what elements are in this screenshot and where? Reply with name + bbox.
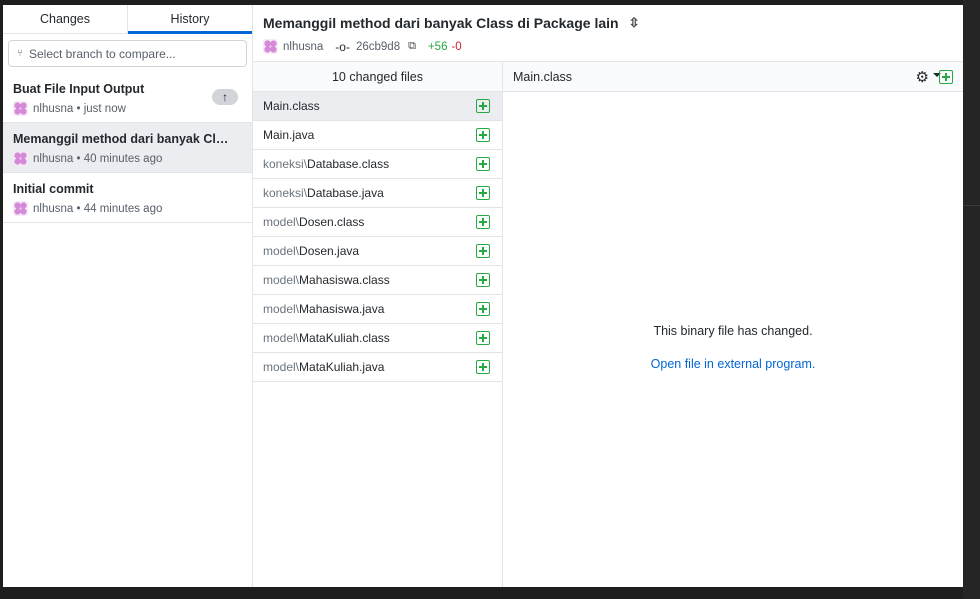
file-added-icon [476,215,490,229]
deletions-count: -0 [451,40,462,53]
commit-time: 44 minutes ago [83,202,163,215]
avatar [13,201,28,216]
additions-count: +56 [427,40,448,53]
commit-author: nlhusna [33,102,74,115]
branch-icon: ⑂ [17,48,23,59]
commit-time: just now [83,102,126,115]
commit-meta: nlhusna • 44 minutes ago [13,201,242,216]
file-name: Mahasiswa.java [299,302,385,316]
file-dir: model\ [263,302,300,316]
file-name: Main.class [263,99,320,113]
meta-separator: • [73,152,84,165]
commit-author: nlhusna [33,152,74,165]
file-dir: model\ [263,331,300,345]
file-row[interactable]: Main.class [253,92,502,121]
commit-title: Memanggil method dari banyak Class di Pa… [13,132,235,146]
binary-file-message: This binary file has changed. [653,324,813,338]
commit-meta: nlhusna • just now [13,101,242,116]
diff-header: Main.class ⚙ [503,62,963,92]
commit-sha: 26cb9d8 [355,40,401,53]
file-added-icon [476,128,490,142]
file-dir: koneksi\ [263,186,308,200]
commit-title: Initial commit [13,182,94,196]
avatar [13,101,28,116]
file-row[interactable]: model\ Mahasiswa.java [253,295,502,324]
sidebar: Changes History ⑂ Select branch to compa… [3,5,253,587]
commit-icon: -o- [335,39,350,54]
changed-files-count: 10 changed files [253,62,502,92]
commit-item[interactable]: Memanggil method dari banyak Class di Pa… [3,123,252,173]
expand-icon[interactable]: ⇳ [629,15,640,31]
branch-compare-input[interactable]: ⑂ Select branch to compare... [8,40,247,67]
sidebar-tabs: Changes History [3,5,252,34]
file-dir: model\ [263,244,300,258]
file-row[interactable]: model\ MataKuliah.java [253,353,502,382]
commit-header: Memanggil method dari banyak Class di Pa… [253,5,963,62]
divider [963,205,980,206]
file-added-icon [476,186,490,200]
file-row[interactable]: model\ Dosen.java [253,237,502,266]
file-dir: model\ [263,360,300,374]
file-row[interactable]: koneksi\ Database.java [253,179,502,208]
diff-panel: Main.class ⚙ This binary file has change… [503,62,963,587]
commit-title: Buat File Input Output [13,82,145,96]
file-added-icon [476,273,490,287]
avatar [13,151,28,166]
file-added-icon [476,302,490,316]
changed-files-panel: 10 changed files Main.class Main.java ko… [253,62,503,587]
avatar [263,39,278,54]
commit-header-meta: nlhusna -o- 26cb9d8 ⧉ +56 -0 [263,39,953,54]
gear-icon[interactable]: ⚙ [916,68,929,86]
file-added-icon [476,99,490,113]
file-row[interactable]: model\ Mahasiswa.class [253,266,502,295]
commit-summary-title: Memanggil method dari banyak Class di Pa… [263,15,619,31]
meta-separator: • [73,202,84,215]
tab-changes[interactable]: Changes [3,5,127,33]
file-added-icon [476,157,490,171]
file-added-icon [476,331,490,345]
diff-filename: Main.class [513,69,573,84]
file-added-icon [476,360,490,374]
file-name: Database.java [307,186,384,200]
commit-author: nlhusna [33,202,74,215]
file-added-icon [939,70,953,84]
file-dir: koneksi\ [263,157,308,171]
file-name: Main.java [263,128,315,142]
file-name: Dosen.java [299,244,360,258]
commit-item[interactable]: Initial commit nlhusna • 44 minutes ago [3,173,252,223]
file-row[interactable]: Main.java [253,121,502,150]
copy-icon[interactable]: ⧉ [408,40,416,53]
tab-history[interactable]: History [127,5,252,34]
file-added-icon [476,244,490,258]
file-name: MataKuliah.java [299,360,385,374]
file-row[interactable]: model\ Dosen.class [253,208,502,237]
file-name: MataKuliah.class [299,331,390,345]
commit-time: 40 minutes ago [83,152,163,165]
file-name: Mahasiswa.class [299,273,390,287]
file-row[interactable]: model\ MataKuliah.class [253,324,502,353]
commit-item[interactable]: Buat File Input Output nlhusna • just no… [3,73,252,123]
header-author: nlhusna [283,40,324,53]
commit-header-title-row: Memanggil method dari banyak Class di Pa… [263,15,953,31]
background-window-strip [963,0,980,599]
file-dir: model\ [263,273,300,287]
file-dir: model\ [263,215,300,229]
open-external-link[interactable]: Open file in external program. [503,357,963,371]
file-name: Dosen.class [299,215,365,229]
file-row[interactable]: koneksi\ Database.class [253,150,502,179]
commit-meta: nlhusna • 40 minutes ago [13,151,242,166]
arrow-up-icon[interactable]: ↑ [212,89,238,105]
meta-separator: • [73,102,84,115]
file-name: Database.class [307,157,390,171]
app-window: Changes History ⑂ Select branch to compa… [3,5,963,587]
branch-compare-placeholder: Select branch to compare... [29,46,176,61]
commit-detail: Memanggil method dari banyak Class di Pa… [253,5,963,587]
